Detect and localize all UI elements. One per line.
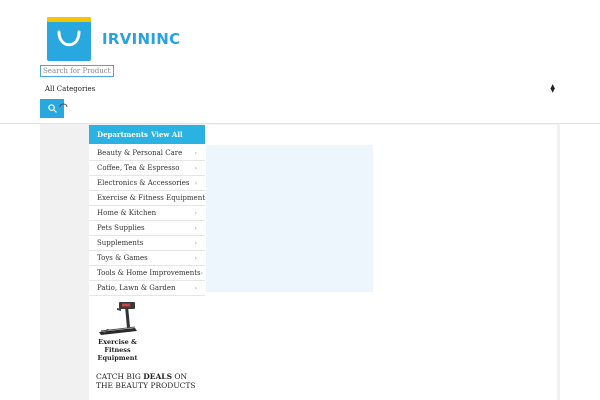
department-label: Exercise & Fitness Equipment — [97, 194, 206, 202]
deal-text-highlight: DEALS — [143, 372, 172, 381]
department-label: Pets Supplies — [97, 224, 145, 232]
chevron-right-icon: › — [194, 239, 197, 247]
department-item[interactable]: Toys & Games › — [89, 251, 205, 266]
department-item[interactable]: Supplements › — [89, 236, 205, 251]
view-all-link[interactable]: View All — [151, 130, 183, 139]
department-item[interactable]: Coffee, Tea & Espresso › — [89, 161, 205, 176]
departments-list: Beauty & Personal Care › Coffee, Tea & E… — [89, 146, 207, 296]
chevron-right-icon: › — [194, 209, 197, 217]
chevron-right-icon: › — [194, 224, 197, 232]
chevron-right-icon: › — [194, 179, 197, 187]
department-item[interactable]: Beauty & Personal Care › — [89, 146, 205, 161]
search-input[interactable] — [40, 65, 114, 77]
chevron-right-icon: › — [194, 254, 197, 262]
cart-handle-icon[interactable] — [59, 102, 69, 112]
department-item[interactable]: Home & Kitchen › — [89, 206, 205, 221]
search-icon — [47, 104, 57, 113]
banner-area — [206, 145, 373, 292]
promo-caption: Exercise & Fitness Equipment — [97, 338, 138, 362]
department-label: Toys & Games — [97, 254, 148, 262]
department-label: Tools & Home Improvements — [97, 269, 201, 277]
department-label: Coffee, Tea & Espresso — [97, 164, 180, 172]
departments-header: Departments View All — [89, 125, 205, 144]
category-select-value: All Categories — [45, 85, 96, 93]
departments-title: Departments — [97, 130, 148, 139]
site-logo[interactable]: IRVININC — [46, 16, 180, 62]
department-label: Electronics & Accessories — [97, 179, 190, 187]
department-label: Supplements — [97, 239, 144, 247]
chevron-right-icon: › — [200, 269, 204, 277]
department-item[interactable]: Tools & Home Improvements › — [89, 266, 205, 281]
department-item[interactable]: Exercise & Fitness Equipment › — [89, 191, 207, 206]
chevron-right-icon: › — [194, 284, 197, 292]
treadmill-image — [98, 302, 137, 335]
deal-banner-text: CATCH BIG DEALS ON THE BEAUTY PRODUCTS — [96, 372, 196, 390]
deal-text-pre: CATCH BIG — [96, 372, 144, 381]
department-label: Patio, Lawn & Garden — [97, 284, 176, 292]
department-item[interactable]: Pets Supplies › — [89, 221, 205, 236]
brand-name: IRVININC — [102, 30, 181, 48]
chevron-right-icon: › — [194, 149, 197, 157]
department-label: Home & Kitchen — [97, 209, 157, 217]
category-select[interactable]: All Categories ▲ ▼ — [40, 82, 558, 96]
shopping-bag-icon — [47, 17, 91, 61]
promo-card[interactable]: Exercise & Fitness Equipment — [89, 298, 146, 364]
department-item[interactable]: Patio, Lawn & Garden › — [89, 281, 205, 296]
chevron-right-icon: › — [194, 164, 197, 172]
department-label: Beauty & Personal Care — [97, 149, 183, 157]
department-item[interactable]: Electronics & Accessories › — [89, 176, 205, 191]
select-arrows-icon: ▲ ▼ — [550, 83, 555, 94]
